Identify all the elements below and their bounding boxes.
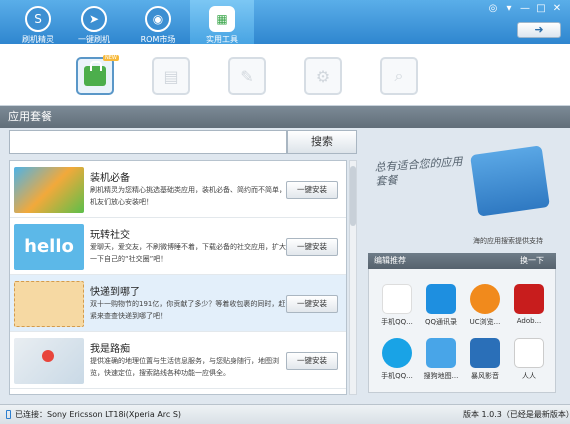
qq-video-icon (382, 338, 412, 368)
rec-app-label: 暴风影音 (471, 372, 499, 380)
list-item[interactable]: 我是路痴 提供准确的地理位置与生活信息服务，与您贴身随行，地图浏览，快速定位，搜… (10, 332, 346, 389)
rec-app-label: QQ通讯录 (424, 318, 458, 326)
uc-browser-icon (470, 284, 500, 314)
promo-note: 海的应用搜索提供支持 (473, 237, 543, 245)
rec-app[interactable]: 手机QQ... (377, 338, 417, 381)
install-button[interactable]: 一键安装 (286, 238, 338, 256)
tab-flash-wizard[interactable]: S 刷机精灵 (6, 0, 70, 44)
qq-contacts-icon (426, 284, 456, 314)
rec-app[interactable]: UC浏览... (465, 284, 505, 327)
rec-app-label: 搜狗地图... (423, 372, 459, 380)
rec-app[interactable]: Adob... (509, 284, 549, 325)
item-desc: 爱聊天，爱交友，不刷微博睡不着，下载必备的社交应用，扩大一下自己的“社交圈”吧！ (90, 243, 286, 263)
search-tool[interactable]: ⌕ (380, 57, 418, 95)
list-item[interactable]: hello 玩转社交 爱聊天，爱交友，不刷微博睡不着，下载必备的社交应用，扩大一… (10, 218, 346, 275)
status-bar: 已连接：Sony Ericsson LT18i(Xperia Arc S) 版本… (0, 404, 570, 424)
item-title: 玩转社交 (90, 230, 130, 241)
rec-app[interactable]: 手机QQ... (377, 284, 417, 327)
item-desc: 刷机精灵为您精心挑选基础类应用，装机必备、简约而不简单，机友们放心安装吧！ (90, 186, 286, 206)
app-bundle-tool[interactable]: NEW (76, 55, 119, 95)
scrollbar-thumb[interactable] (350, 166, 356, 226)
android-icon: ◉ (145, 6, 171, 32)
item-title: 快递到哪了 (90, 287, 140, 298)
app-bundle-list: 装机必备 刷机精灵为您精心挑选基础类应用，装机必备、简约而不简单，机友们放心安装… (9, 160, 347, 395)
rec-app[interactable]: QQ通讯录 (421, 284, 461, 327)
back-button[interactable]: ➜ (517, 22, 561, 38)
item-title: 装机必备 (90, 173, 130, 184)
tab-label: 实用工具 (206, 35, 238, 44)
item-desc: 提供准确的地理位置与生活信息服务，与您贴身随行，地图浏览，快速定位，搜索路线各种… (90, 357, 279, 377)
phone-icon (6, 410, 11, 419)
document-icon: ▤ (163, 66, 179, 86)
connection-status: 已连接：Sony Ericsson LT18i(Xperia Arc S) (15, 410, 182, 419)
feedback-icon[interactable]: ◎ (486, 3, 500, 15)
rec-app[interactable]: 暴风影音 (465, 338, 505, 381)
search-button[interactable]: 搜索 (287, 130, 357, 154)
edit-tool[interactable]: ✎ (228, 57, 266, 95)
list-item[interactable]: 快递到哪了 双十一购物节的191亿，你贡献了多少？等着收包裹的同时，赶紧来查查快… (10, 275, 346, 332)
express-thumbnail (14, 281, 84, 327)
cursor-icon: ➤ (81, 6, 107, 32)
new-badge-icon: NEW (103, 55, 119, 61)
minimize-icon[interactable]: — (518, 3, 532, 15)
rec-app-label: 手机QQ... (381, 318, 413, 326)
tab-label: 刷机精灵 (22, 35, 54, 44)
grid-icon: ▦ (209, 6, 235, 32)
map-pin-icon (42, 350, 54, 362)
tool-bar: NEW ▤ ✎ ⚙ ⌕ (0, 44, 570, 106)
gear-icon: ⚙ (315, 66, 331, 86)
magnifier-icon: ⌕ (394, 66, 404, 85)
list-item[interactable]: 装机必备 刷机精灵为您精心挑选基础类应用，装机必备、简约而不简单，机友们放心安装… (10, 161, 346, 218)
tab-one-click-flash[interactable]: ➤ 一键刷机 (62, 0, 126, 44)
rec-app-label: 手机QQ... (381, 372, 413, 380)
tab-utilities[interactable]: ▦ 实用工具 (190, 0, 254, 44)
top-bar: S 刷机精灵 ➤ 一键刷机 ◉ ROM市场 ▦ 实用工具 ◎ ▾ — □ ✕ ➜ (0, 0, 570, 44)
baofeng-icon (470, 338, 500, 368)
settings-tool[interactable]: ⚙ (304, 57, 342, 95)
rec-app[interactable]: 人人 (509, 338, 549, 381)
tab-label: 一键刷机 (78, 35, 110, 44)
switch-button[interactable]: 换一下 (520, 253, 544, 269)
rec-app[interactable]: 搜狗地图... (421, 338, 461, 381)
hello-thumbnail: hello (14, 224, 84, 270)
tab-label: ROM市场 (140, 35, 176, 44)
qq-icon (382, 284, 412, 314)
map-thumbnail (14, 338, 84, 384)
essentials-thumbnail (14, 167, 84, 213)
install-button[interactable]: 一键安装 (286, 181, 338, 199)
install-button[interactable]: 一键安装 (286, 295, 338, 313)
shopping-bag-icon (84, 61, 106, 86)
maximize-icon[interactable]: □ (534, 3, 548, 15)
adobe-flash-icon (514, 284, 544, 314)
search-input[interactable] (9, 130, 287, 154)
document-tool[interactable]: ▤ (152, 57, 190, 95)
flash-wizard-icon: S (25, 6, 51, 32)
rec-app-label: 人人 (522, 372, 536, 380)
install-button[interactable]: 一键安装 (286, 352, 338, 370)
close-icon[interactable]: ✕ (550, 3, 564, 15)
version-status: 版本 1.0.3（已经是最新版本） (463, 410, 570, 419)
rec-app-label: UC浏览... (469, 318, 501, 326)
sogou-map-icon (426, 338, 456, 368)
rec-app-label: Adob... (516, 317, 542, 325)
menu-icon[interactable]: ▾ (502, 3, 516, 15)
tab-rom-market[interactable]: ◉ ROM市场 (126, 0, 190, 44)
renren-icon (514, 338, 544, 368)
promo-text: 总有适合您的应用套餐 (374, 155, 463, 189)
recommend-panel: 手机QQ... QQ通讯录 UC浏览... Adob... 手机QQ... 搜狗… (368, 253, 556, 393)
item-desc: 双十一购物节的191亿，你贡献了多少？等着收包裹的同时，赶紧来查查快递到哪了吧！ (90, 300, 286, 320)
item-title: 我是路痴 (90, 344, 130, 355)
section-title: 应用套餐 (0, 106, 570, 128)
app-box-illustration-icon (470, 145, 550, 217)
edit-icon: ✎ (240, 66, 254, 86)
